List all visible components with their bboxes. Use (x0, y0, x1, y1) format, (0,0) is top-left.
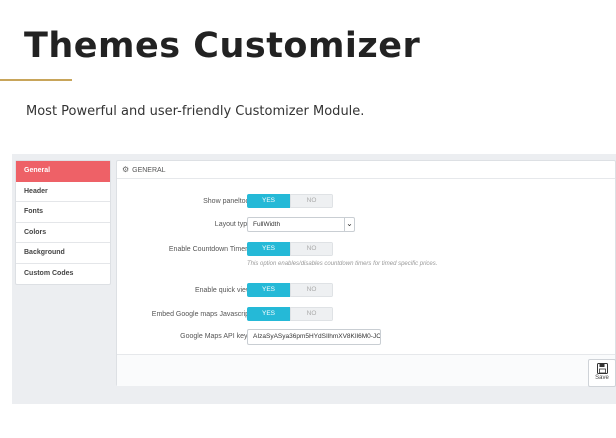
sidebar-item-background[interactable]: Background (16, 243, 110, 264)
show-paneltool-toggle[interactable]: YES NO (247, 194, 333, 208)
page-subtitle: Most Powerful and user-friendly Customiz… (26, 104, 365, 119)
google-maps-js-no[interactable]: NO (290, 307, 333, 321)
gear-icon: ⚙ (122, 165, 130, 174)
show-paneltool-label: Show paneltool (203, 198, 251, 205)
panel-header: ⚙ GENERAL (117, 161, 615, 179)
countdown-toggle[interactable]: YES NO (247, 242, 333, 256)
quick-view-no[interactable]: NO (290, 283, 333, 297)
panel-header-title: GENERAL (132, 167, 166, 174)
sidebar-item-colors[interactable]: Colors (16, 223, 110, 243)
chevron-down-icon: ⌄ (344, 218, 354, 231)
show-paneltool-no[interactable]: NO (290, 194, 333, 208)
quick-view-yes[interactable]: YES (247, 283, 290, 297)
panel-footer: Save (117, 354, 616, 387)
google-maps-js-toggle[interactable]: YES NO (247, 307, 333, 321)
customizer-screenshot: General Header Fonts Colors Background C… (12, 154, 616, 404)
floppy-disk-icon (596, 363, 608, 374)
quick-view-label: Enable quick view (194, 287, 251, 294)
countdown-row: Enable Countdown Timers YES NO This opti… (117, 242, 616, 274)
google-maps-key-row: Google Maps API keys AIzaSyASya36pm5HYdS… (117, 329, 616, 345)
countdown-yes[interactable]: YES (247, 242, 290, 256)
google-maps-js-label: Embed Google maps Javascript (151, 311, 251, 318)
quick-view-toggle[interactable]: YES NO (247, 283, 333, 297)
layout-type-select[interactable]: FullWidth ⌄ (247, 217, 355, 232)
save-label: Save (595, 375, 609, 381)
sidebar-item-header[interactable]: Header (16, 182, 110, 202)
layout-type-label: Layout type (214, 221, 251, 228)
layout-type-value: FullWidth (253, 221, 281, 228)
google-maps-js-row: Embed Google maps Javascript YES NO (117, 307, 616, 323)
google-maps-key-label: Google Maps API keys (180, 333, 251, 340)
sidebar-item-custom-codes[interactable]: Custom Codes (16, 264, 110, 285)
show-paneltool-row: Show paneltool YES NO (117, 194, 616, 210)
countdown-help-text: This option enables/disables countdown t… (247, 261, 438, 267)
google-maps-key-input[interactable]: AIzaSyASya36pm5HYdSIlhmXV8KIl6M0-JC (247, 329, 381, 345)
layout-type-row: Layout type FullWidth ⌄ (117, 217, 616, 233)
sidebar-item-fonts[interactable]: Fonts (16, 202, 110, 223)
countdown-label: Enable Countdown Timers (168, 246, 251, 253)
sidebar-item-general[interactable]: General (16, 161, 110, 182)
title-underline (0, 79, 72, 81)
settings-sidebar: General Header Fonts Colors Background C… (15, 160, 111, 285)
countdown-no[interactable]: NO (290, 242, 333, 256)
page-title: Themes Customizer (24, 26, 421, 66)
google-maps-js-yes[interactable]: YES (247, 307, 290, 321)
show-paneltool-yes[interactable]: YES (247, 194, 290, 208)
quick-view-row: Enable quick view YES NO (117, 283, 616, 299)
general-settings-panel: ⚙ GENERAL Show paneltool YES NO Layout t… (116, 160, 616, 387)
save-button[interactable]: Save (588, 359, 616, 387)
